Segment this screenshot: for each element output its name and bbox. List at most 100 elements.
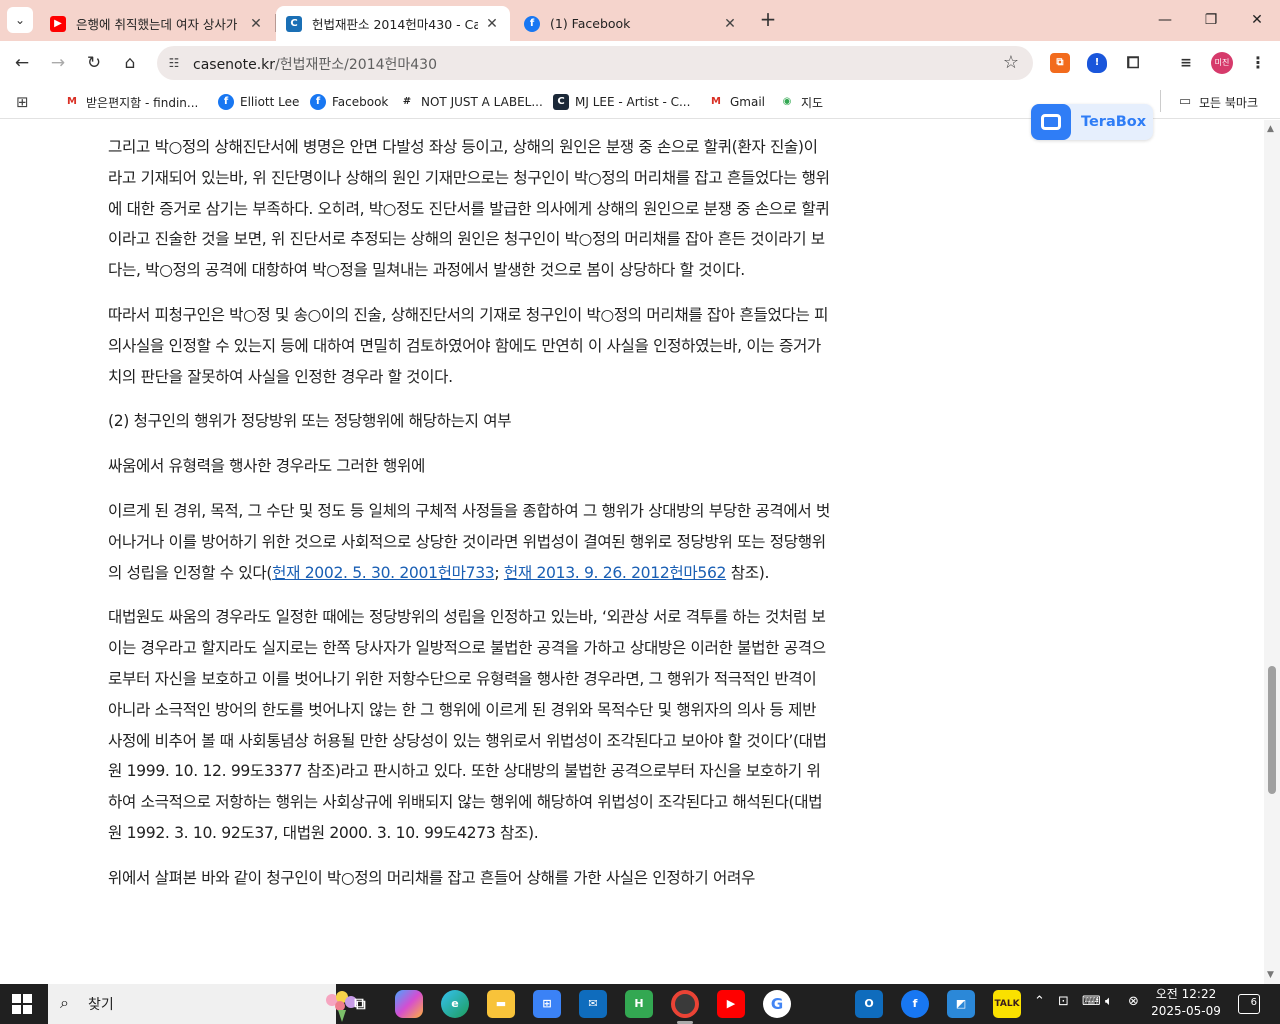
close-icon[interactable]: ✕ <box>248 16 264 32</box>
bookmark-elliott-lee[interactable]: f Elliott Lee <box>218 91 299 113</box>
search-icon: ⌕ <box>60 993 69 1012</box>
bookmark-gmail-inbox[interactable]: M 받은편지함 - findin... <box>64 91 198 113</box>
shield-extension-icon[interactable]: ! <box>1087 53 1107 73</box>
site-info-icon[interactable]: ☷ <box>165 54 183 72</box>
gmail-icon: M <box>708 94 724 110</box>
address-bar[interactable]: ☷ casenote.kr/헌법재판소/2014헌마430 ☆ <box>157 46 1033 80</box>
page-content: 그리고 박○정의 상해진단서에 병명은 안면 다발성 좌상 등이고, 상해의 원… <box>0 120 1264 984</box>
bookmark-facebook[interactable]: f Facebook <box>310 91 388 113</box>
ime-icon[interactable]: ⊡ <box>1058 994 1069 1009</box>
vertical-scrollbar[interactable]: ▲ ▼ <box>1264 120 1280 984</box>
youtube-icon: ▶ <box>50 15 66 32</box>
windows-taskbar: ⌕ 찾기 ⧉ e ▬ ⊞ ✉ H ▶ G O f ◩ TALK ⌃ ⊡ ⌨ 🔈︎… <box>0 984 1280 1024</box>
njal-icon: # <box>399 94 415 110</box>
artist-icon: C <box>553 94 569 110</box>
kakaotalk-icon[interactable]: TALK <box>993 990 1021 1018</box>
article-paragraph: 그리고 박○정의 상해진단서에 병명은 안면 다발성 좌상 등이고, 상해의 원… <box>108 138 830 280</box>
network-icon[interactable]: ⌨ <box>1082 994 1101 1009</box>
hangul-icon[interactable]: H <box>625 990 653 1018</box>
apps-grid-icon[interactable]: ⊞ <box>16 91 29 113</box>
facebook-icon[interactable]: f <box>901 990 929 1018</box>
maps-icon: ◉ <box>779 94 795 110</box>
bookmark-label: Facebook <box>332 95 389 109</box>
clock-date: 2025-05-09 <box>1151 1004 1221 1018</box>
bookmark-label: Gmail <box>730 95 766 109</box>
close-icon[interactable]: ✕ <box>722 16 738 32</box>
outlook-icon[interactable]: O <box>855 990 883 1018</box>
chrome-icon[interactable] <box>671 990 699 1018</box>
bookmarks-divider <box>1160 90 1161 112</box>
scroll-up-arrow-icon[interactable]: ▲ <box>1267 124 1274 134</box>
tab-strip: ⌄ ▶ 은행에 취직했는데 여자 상사가 ✕ C 헌법재판소 2014헌마430… <box>0 0 1280 41</box>
close-icon[interactable]: ✕ <box>484 16 500 32</box>
folder-icon: ▭ <box>1177 94 1193 110</box>
chevron-down-icon: ⌄ <box>14 13 26 27</box>
minimize-button[interactable]: — <box>1142 6 1188 34</box>
bookmark-label: MJ LEE - Artist - C... <box>575 95 691 109</box>
notification-count: 6 <box>1250 997 1257 1008</box>
tab-title: 은행에 취직했는데 여자 상사가 <box>76 17 238 32</box>
tab-search-button[interactable]: ⌄ <box>7 7 33 33</box>
mute-status-icon[interactable]: ⊗ <box>1128 994 1139 1009</box>
bookmark-gmail[interactable]: M Gmail <box>708 91 765 113</box>
back-button[interactable]: ← <box>8 49 36 77</box>
case-link[interactable]: 헌재 2013. 9. 26. 2012헌마562 <box>504 564 727 582</box>
all-bookmarks-button[interactable]: ▭ 모든 북마크 <box>1177 91 1258 113</box>
file-explorer-icon[interactable]: ▬ <box>487 990 515 1018</box>
media-control-icon[interactable]: ≡ <box>1176 53 1196 73</box>
terabox-button[interactable]: TeraBox <box>1031 104 1153 140</box>
reload-button[interactable]: ↻ <box>80 49 108 77</box>
bookmark-star-icon[interactable]: ☆ <box>1003 52 1019 73</box>
youtube-icon[interactable]: ▶ <box>717 990 745 1018</box>
forward-button[interactable]: → <box>44 49 72 77</box>
tray-overflow-icon[interactable]: ⌃ <box>1034 994 1045 1009</box>
all-bookmarks-label: 모든 북마크 <box>1199 95 1259 110</box>
tab-title: 헌법재판소 2014헌마430 - Ca <box>312 17 478 32</box>
windows-start-icon[interactable] <box>12 994 32 1014</box>
paragraph-text: 참조). <box>726 563 770 582</box>
article-subheading: (2) 청구인의 행위가 정당방위 또는 정당행위에 해당하는지 여부 <box>108 412 512 431</box>
tab-youtube[interactable]: ▶ 은행에 취직했는데 여자 상사가 ✕ <box>40 6 274 41</box>
bookmark-label: NOT JUST A LABEL... <box>421 95 543 109</box>
taskbar-clock[interactable]: 오전 12:22 2025-05-09 <box>1146 986 1226 1020</box>
copilot-icon[interactable] <box>395 990 423 1018</box>
google-icon[interactable]: G <box>763 990 791 1018</box>
casenote-icon: C <box>286 15 302 32</box>
home-button[interactable]: ⌂ <box>116 49 144 77</box>
bookmark-not-just-a-label[interactable]: # NOT JUST A LABEL... <box>399 91 543 113</box>
paint-icon[interactable]: ◩ <box>947 990 975 1018</box>
more-menu-icon[interactable]: ⋮ <box>1248 53 1268 73</box>
bookmark-label: 지도 <box>801 95 824 110</box>
url-text[interactable]: casenote.kr/헌법재판소/2014헌마430 <box>193 54 437 74</box>
bookmark-label: 받은편지함 - findin... <box>86 95 199 110</box>
taskbar-search[interactable]: ⌕ 찾기 <box>48 984 357 1024</box>
scrollbar-thumb[interactable] <box>1268 666 1276 794</box>
case-link[interactable]: 헌재 2002. 5. 30. 2001헌마733 <box>272 564 495 582</box>
gmail-icon: M <box>64 94 80 110</box>
facebook-icon: f <box>218 94 234 110</box>
close-window-button[interactable]: ✕ <box>1234 6 1280 34</box>
facebook-icon: f <box>524 15 540 32</box>
terabox-label: TeraBox <box>1081 114 1147 130</box>
extension-icon[interactable]: ⧉ <box>1050 53 1070 73</box>
tab-facebook[interactable]: f (1) Facebook ✕ <box>514 6 748 41</box>
new-tab-button[interactable]: + <box>756 8 780 32</box>
mail-icon[interactable]: ✉ <box>579 990 607 1018</box>
store-icon[interactable]: ⊞ <box>533 990 561 1018</box>
notification-center-icon[interactable]: 6 <box>1238 994 1260 1014</box>
terabox-icon <box>1031 104 1071 140</box>
bookmark-mj-lee[interactable]: C MJ LEE - Artist - C... <box>553 91 690 113</box>
clock-time: 오전 12:22 <box>1155 987 1217 1001</box>
tab-casenote[interactable]: C 헌법재판소 2014헌마430 - Ca ✕ <box>276 6 510 41</box>
restore-button[interactable]: ❐ <box>1188 6 1234 34</box>
task-view-icon[interactable]: ⧉ <box>346 990 374 1018</box>
search-label: 찾기 <box>88 997 114 1013</box>
profile-avatar[interactable]: 미진 <box>1211 52 1233 74</box>
bookmark-maps[interactable]: ◉ 지도 <box>779 91 823 113</box>
browser-toolbar: ← → ↻ ⌂ ☷ casenote.kr/헌법재판소/2014헌마430 ☆ … <box>0 41 1280 85</box>
edge-icon[interactable]: e <box>441 990 469 1018</box>
scroll-down-arrow-icon[interactable]: ▼ <box>1267 970 1274 980</box>
article-paragraph: 대법원도 싸움의 경우라도 일정한 때에는 정당방위의 성립을 인정하고 있는바… <box>108 608 827 842</box>
extensions-puzzle-icon[interactable]: ⧠ <box>1123 53 1143 73</box>
volume-icon[interactable]: 🔈︎ <box>1105 994 1113 1009</box>
